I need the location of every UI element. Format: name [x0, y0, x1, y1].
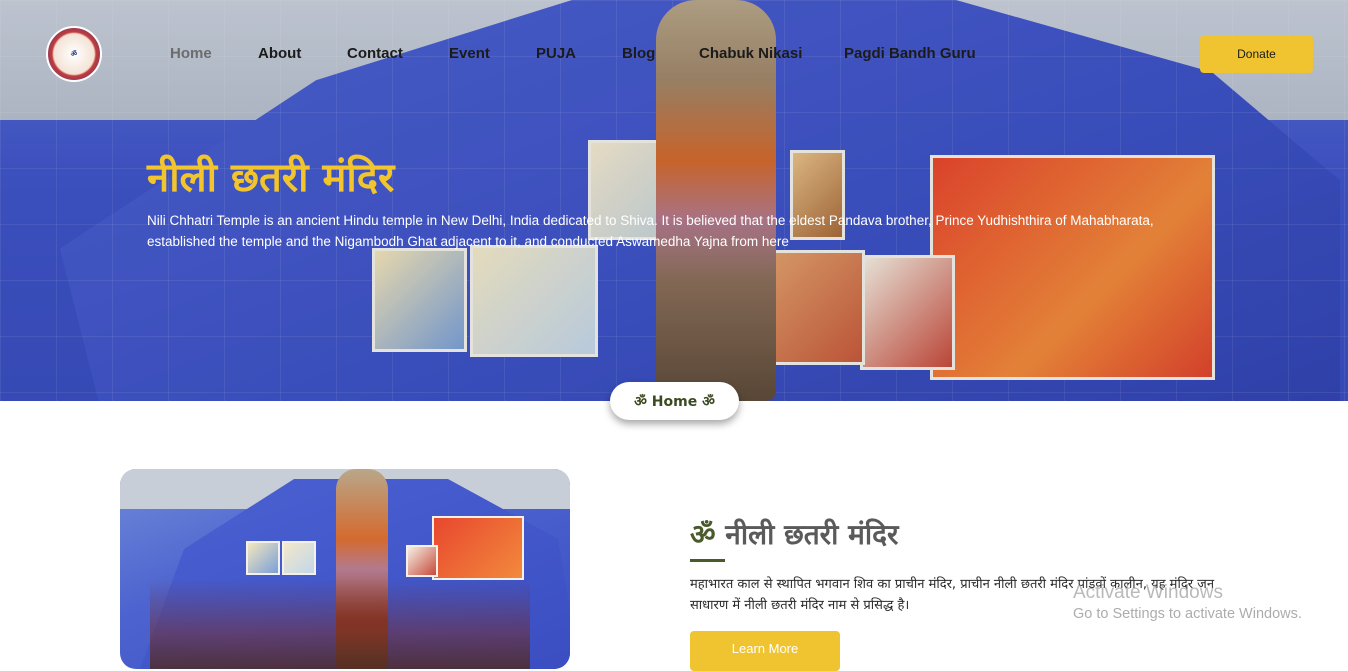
activate-windows-hint: Go to Settings to activate Windows. — [1073, 606, 1302, 622]
photo-poster — [246, 541, 280, 575]
photo-poster — [282, 541, 316, 575]
nav-blog[interactable]: Blog — [622, 45, 655, 62]
nav-home[interactable]: Home — [170, 45, 212, 62]
donate-button[interactable]: Donate — [1200, 35, 1313, 73]
nav-contact[interactable]: Contact — [347, 45, 403, 62]
nav-chabuk-nikasi[interactable]: Chabuk Nikasi — [699, 45, 802, 62]
logo-mark: ॐ — [70, 51, 78, 58]
temple-logo[interactable]: ॐ — [46, 26, 102, 82]
learn-more-button[interactable]: Learn More — [690, 631, 840, 671]
about-title-text: नीली छतरी मंदिर — [725, 518, 899, 551]
breadcrumb[interactable]: ॐ Home ॐ — [610, 382, 739, 420]
nav-puja[interactable]: PUJA — [536, 45, 576, 62]
nav-event[interactable]: Event — [449, 45, 490, 62]
nav-pagdi-bandh-guru[interactable]: Pagdi Bandh Guru — [844, 45, 976, 62]
photo-offerings — [150, 579, 530, 669]
about-title: ॐ नीली छतरी मंदिर — [690, 515, 898, 553]
photo-poster — [432, 516, 524, 580]
activate-windows-watermark: Activate Windows — [1073, 582, 1223, 603]
om-symbol: ॐ — [690, 518, 716, 551]
nav-about[interactable]: About — [258, 45, 301, 62]
hero-description: Nili Chhatri Temple is an ancient Hindu … — [147, 213, 1154, 249]
title-underline — [690, 559, 725, 562]
photo-poster — [406, 545, 438, 577]
hero-title: नीली छतरी मंदिर — [147, 155, 395, 201]
temple-photo — [120, 469, 570, 669]
